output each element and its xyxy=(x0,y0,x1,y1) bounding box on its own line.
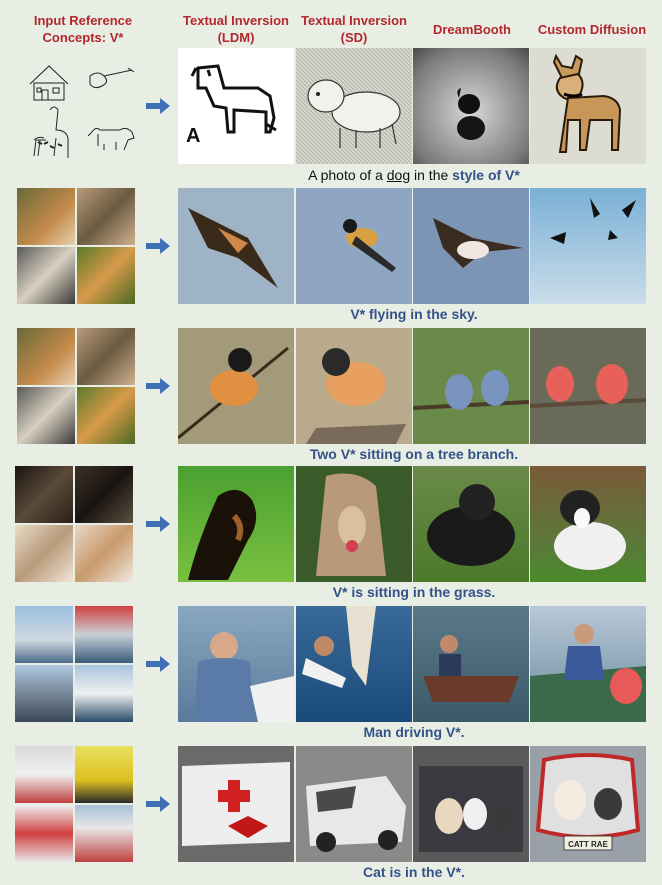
arrow-right-icon xyxy=(146,516,170,532)
header-custom-diffusion: Custom Diffusion xyxy=(537,22,647,37)
caption-row-6: Cat is in the V*. xyxy=(363,864,465,880)
reference-bird-photos xyxy=(17,328,135,444)
arrow-right-icon xyxy=(146,238,170,254)
header-textual-inversion-ldm: Textual Inversion (LDM) xyxy=(183,13,289,45)
generated-image-sd xyxy=(296,746,412,862)
generated-image-ldm xyxy=(178,466,294,582)
reference-ambulance-photos xyxy=(15,746,133,862)
generated-image-custom-diffusion: CATT RAE xyxy=(530,746,646,862)
caption-underlined-word: dog xyxy=(386,167,411,183)
generated-image-dreambooth xyxy=(413,328,529,444)
generated-image-ldm: A xyxy=(178,48,294,164)
header-dreambooth: DreamBooth xyxy=(432,22,511,37)
generated-image-sd xyxy=(296,328,412,444)
generated-image-sd xyxy=(296,606,412,722)
sketch-letter: A xyxy=(186,125,200,147)
arrow-right-icon xyxy=(146,98,170,114)
arrow-right-icon xyxy=(146,378,170,394)
generated-image-custom-diffusion xyxy=(530,466,646,582)
reference-sketches xyxy=(20,48,144,164)
caption-row-5: Man driving V*. xyxy=(363,724,465,740)
generated-image-dreambooth xyxy=(413,606,529,722)
arrow-right-icon xyxy=(146,656,170,672)
generated-image-sd xyxy=(296,188,412,304)
generated-image-dreambooth xyxy=(413,188,529,304)
generated-image-custom-diffusion xyxy=(530,328,646,444)
generated-image-dreambooth xyxy=(413,48,529,164)
generated-image-ldm xyxy=(178,606,294,722)
sketch-images xyxy=(29,65,135,158)
generated-image-sd xyxy=(296,466,412,582)
caption-style-phrase: style of V* xyxy=(452,167,520,183)
generated-image-custom-diffusion xyxy=(530,48,646,164)
arrow-right-icon xyxy=(146,796,170,812)
caption-row-2: V* flying in the sky. xyxy=(350,306,478,322)
caption-row-3: Two V* sitting on a tree branch. xyxy=(309,446,519,462)
generated-image-ldm xyxy=(178,746,294,862)
generated-image-ldm xyxy=(178,328,294,444)
reference-boat-photos xyxy=(15,606,133,722)
header-textual-inversion-sd: Textual Inversion (SD) xyxy=(301,13,407,45)
generated-image-ldm xyxy=(178,188,294,304)
reference-dog-photos xyxy=(15,466,133,582)
generated-image-dreambooth xyxy=(413,746,529,862)
reference-bird-photos xyxy=(17,188,135,304)
generated-image-custom-diffusion xyxy=(530,606,646,722)
generated-image-sd xyxy=(296,48,412,164)
generated-image-custom-diffusion xyxy=(530,188,646,304)
header-input-concepts: Input Reference Concepts: V* xyxy=(33,13,133,45)
generated-plate-text: CATT RAE xyxy=(568,840,609,849)
caption-row-4: V* is sitting in the grass. xyxy=(332,584,496,600)
caption-row-1: A photo of a dog in the style of V* xyxy=(308,167,520,183)
generated-image-dreambooth xyxy=(413,466,529,582)
